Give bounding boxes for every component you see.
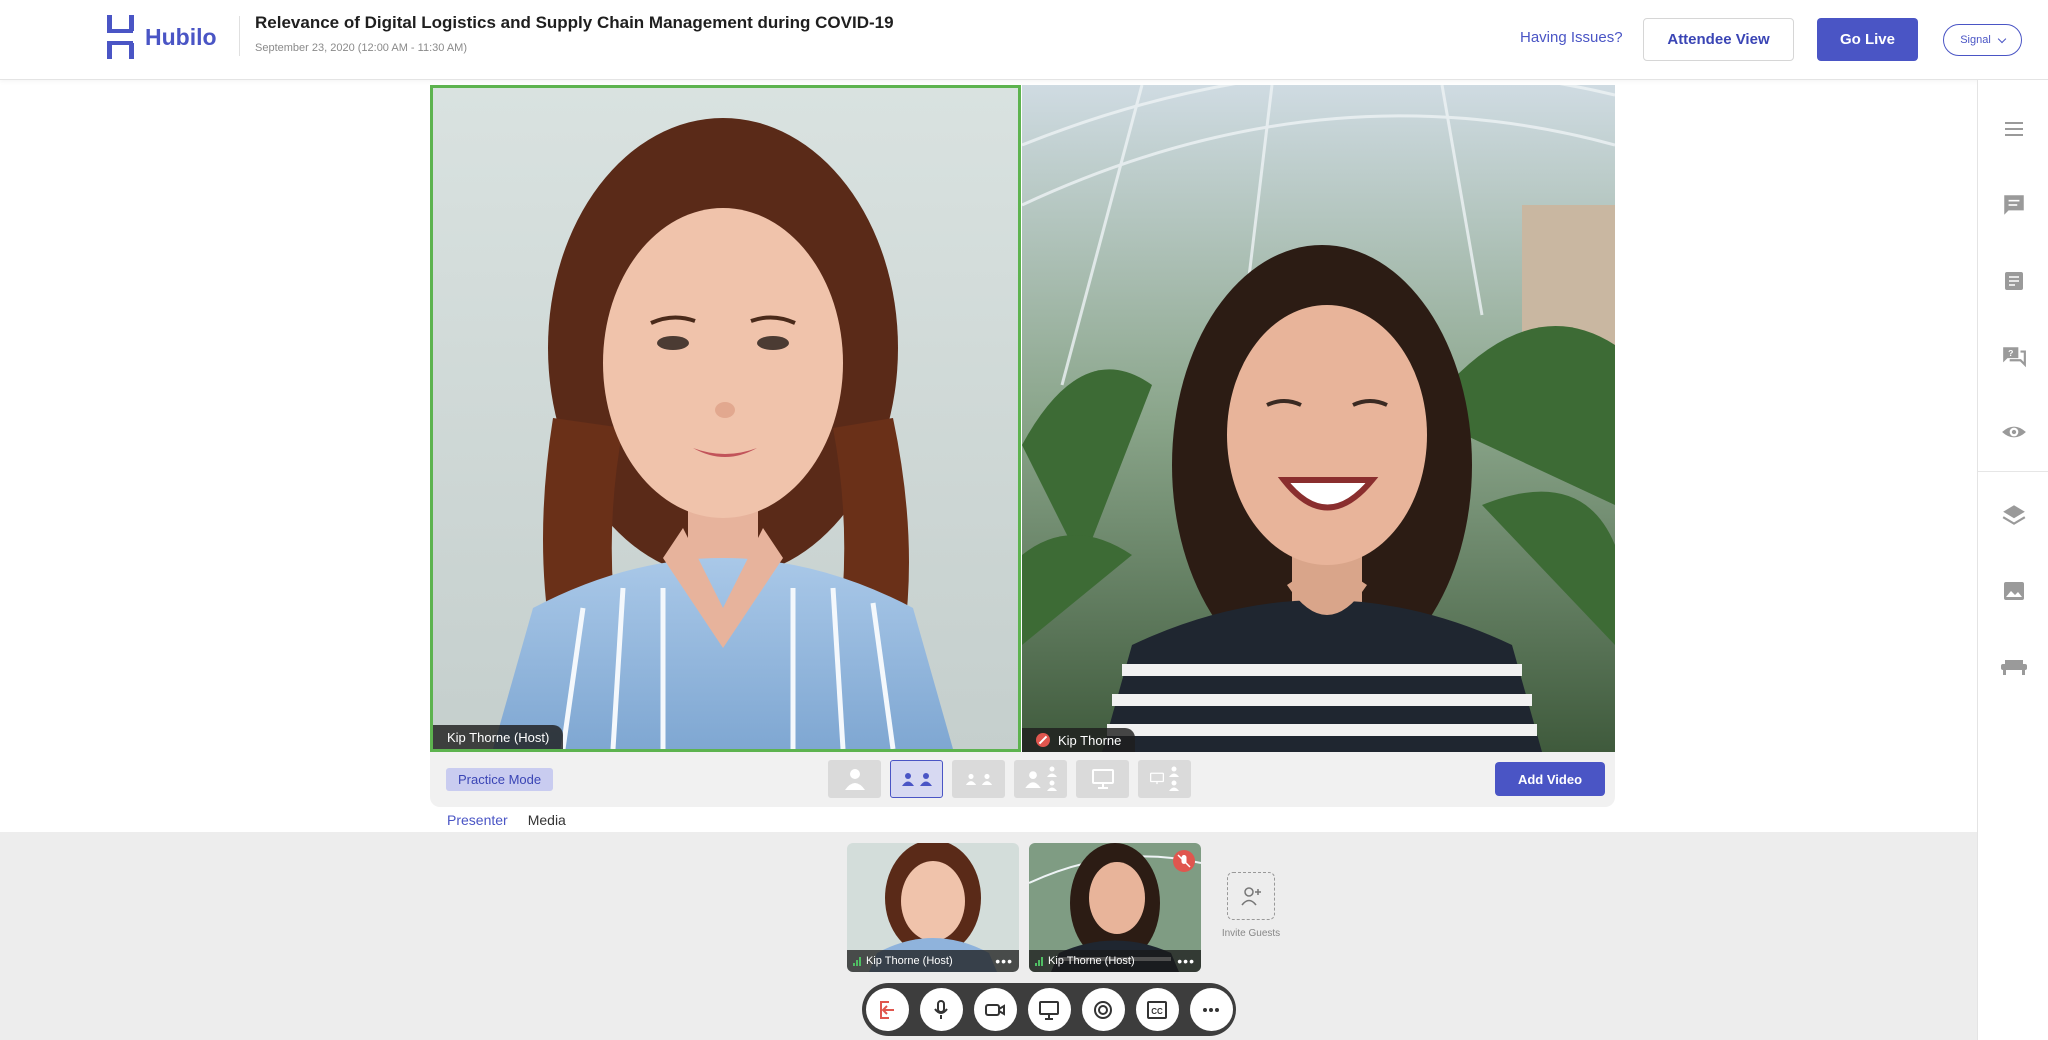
having-issues-link[interactable]: Having Issues? — [1520, 29, 1623, 46]
mic-muted-icon — [1173, 850, 1195, 872]
lounge-button[interactable] — [1978, 646, 2048, 686]
invite-guests-label: Invite Guests — [1221, 928, 1281, 939]
image-icon — [2003, 582, 2024, 600]
invite-guests-button[interactable]: Invite Guests — [1221, 872, 1281, 939]
hubilo-logo[interactable]: Hubilo — [107, 14, 217, 60]
practice-mode-badge: Practice Mode — [446, 768, 554, 791]
eye-icon — [2001, 426, 2026, 438]
hubilo-logo-mark — [107, 15, 137, 59]
video-tile-guest[interactable]: Kip Thorne — [1022, 85, 1615, 752]
stage-tabs: Presenter Media — [447, 812, 566, 834]
layout-two-up-button[interactable] — [890, 760, 943, 798]
camera-icon — [985, 1003, 1005, 1016]
event-title: Relevance of Digital Logistics and Suppl… — [255, 13, 894, 32]
layers-icon — [2002, 505, 2025, 525]
microphone-button[interactable] — [919, 988, 963, 1031]
event-date: September 23, 2020 (12:00 AM - 11:30 AM) — [255, 42, 467, 54]
signal-strength-icon — [853, 956, 861, 966]
go-live-button[interactable]: Go Live — [1817, 18, 1918, 61]
notes-icon — [2004, 272, 2023, 290]
layout-screen-button[interactable] — [1076, 760, 1129, 798]
record-icon — [1094, 1000, 1112, 1019]
host-name-tag: Kip Thorne (Host) — [433, 725, 564, 749]
more-icon — [1203, 1007, 1219, 1012]
leave-icon — [880, 1000, 894, 1019]
svg-text:CC: CC — [1151, 1007, 1163, 1016]
signal-strength-icon — [1035, 956, 1043, 966]
guest-name-tag: Kip Thorne — [1022, 728, 1136, 752]
call-controls: CC — [862, 983, 1236, 1036]
guest-name: Kip Thorne — [1058, 732, 1122, 748]
closed-captions-icon: CC — [1147, 1000, 1167, 1019]
qna-button[interactable]: ? — [1978, 337, 2048, 377]
person-stack-icon — [1168, 766, 1179, 791]
screen-icon — [1091, 769, 1114, 789]
screen-share-icon — [1039, 1000, 1059, 1020]
camera-button[interactable] — [973, 988, 1017, 1031]
chat-icon — [2003, 195, 2024, 215]
participant-thumb-guest[interactable]: Kip Thorne (Host) ••• — [1029, 843, 1201, 972]
chat-button[interactable] — [1978, 185, 2048, 225]
screen-share-button[interactable] — [1027, 988, 1071, 1031]
person-stack-icon — [1046, 766, 1057, 791]
participant-name: Kip Thorne (Host) — [866, 955, 953, 967]
notes-button[interactable] — [1978, 261, 2048, 301]
tab-media[interactable]: Media — [528, 812, 566, 834]
menu-button[interactable] — [1978, 109, 2048, 149]
more-options-icon[interactable]: ••• — [995, 953, 1013, 969]
participant-thumb-bar: Kip Thorne (Host) ••• — [847, 950, 1019, 972]
signal-dropdown[interactable]: Signal — [1943, 24, 2022, 56]
participant-thumb-bar: Kip Thorne (Host) ••• — [1029, 950, 1201, 972]
video-tile-host[interactable]: Kip Thorne (Host) — [430, 85, 1021, 752]
layout-screen-people-button[interactable] — [1138, 760, 1191, 798]
layout-selector — [828, 760, 1191, 798]
qna-icon: ? — [2002, 347, 2026, 368]
microphone-icon — [934, 999, 948, 1019]
participant-thumb-host[interactable]: Kip Thorne (Host) ••• — [847, 843, 1019, 972]
guest-video-feed — [1022, 85, 1615, 752]
menu-icon — [2004, 122, 2023, 136]
stage: Kip Thorne (Host) Kip Thorne Practice Mo… — [430, 85, 1615, 807]
person-icon — [901, 773, 914, 786]
layout-featured-button[interactable] — [1014, 760, 1067, 798]
screen-icon — [1149, 772, 1164, 785]
add-person-icon — [1227, 872, 1275, 920]
host-video-feed — [433, 88, 1018, 749]
svg-text:?: ? — [2008, 348, 2013, 358]
stage-controls-bar: Practice Mode Add Video — [430, 752, 1615, 807]
more-button[interactable] — [1189, 988, 1233, 1031]
leave-button[interactable] — [865, 988, 909, 1031]
attendee-view-button[interactable]: Attendee View — [1643, 18, 1794, 61]
add-video-button[interactable]: Add Video — [1495, 762, 1605, 796]
host-name: Kip Thorne (Host) — [447, 729, 550, 745]
logo-text: Hubilo — [145, 23, 217, 50]
right-sidebar: ? — [1977, 80, 2048, 1040]
images-button[interactable] — [1978, 571, 2048, 611]
signal-label: Signal — [1960, 34, 1991, 46]
record-button[interactable] — [1081, 988, 1125, 1031]
person-icon — [965, 773, 976, 785]
layout-side-by-side-button[interactable] — [952, 760, 1005, 798]
more-options-icon[interactable]: ••• — [1177, 953, 1195, 969]
sidebar-divider — [1978, 471, 2048, 472]
participant-name: Kip Thorne (Host) — [1048, 955, 1135, 967]
person-icon — [981, 773, 992, 785]
tab-presenter[interactable]: Presenter — [447, 812, 508, 834]
person-icon — [1024, 771, 1041, 788]
top-header: Hubilo Relevance of Digital Logistics an… — [0, 0, 2048, 80]
person-icon — [919, 773, 932, 786]
single-person-icon — [844, 769, 865, 790]
header-divider — [239, 16, 240, 56]
layout-single-button[interactable] — [828, 760, 881, 798]
chevron-down-icon — [1997, 34, 2007, 43]
lounge-icon — [2000, 660, 2027, 675]
mic-muted-icon — [1036, 733, 1050, 747]
layers-button[interactable] — [1978, 495, 2048, 535]
views-button[interactable] — [1978, 412, 2048, 452]
closed-captions-button[interactable]: CC — [1135, 988, 1179, 1031]
